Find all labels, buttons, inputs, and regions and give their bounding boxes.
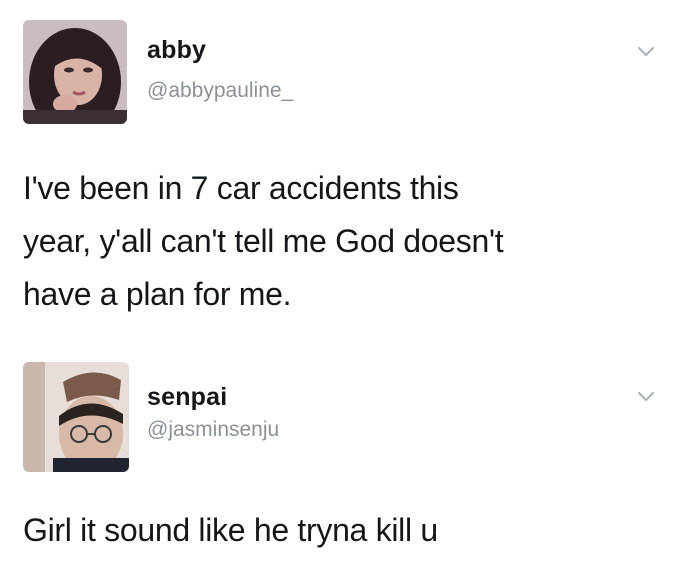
tweet-text: I've been in 7 car accidents this year, … <box>23 162 660 321</box>
tweet-text-line: I've been in 7 car accidents this <box>23 170 459 206</box>
display-name[interactable]: abby <box>147 36 206 65</box>
avatar-senpai[interactable] <box>23 362 129 472</box>
chevron-down-icon[interactable] <box>636 390 656 404</box>
user-handle[interactable]: @abbypauline_ <box>147 79 293 103</box>
display-name[interactable]: senpai <box>147 383 227 412</box>
avatar-abby[interactable] <box>23 20 127 124</box>
avatar-abby-image <box>23 20 127 124</box>
tweet-text: Girl it sound like he tryna kill u <box>23 504 660 557</box>
user-handle[interactable]: @jasminsenju <box>147 418 279 442</box>
tweet-abby[interactable]: abby @abbypauline_ I've been in 7 car ac… <box>0 0 680 352</box>
tweet-text-line: year, y'all can't tell me God doesn't <box>23 223 504 259</box>
tweet-text-line: Girl it sound like he tryna kill u <box>23 512 438 548</box>
avatar-senpai-image <box>23 362 129 472</box>
tweet-senpai[interactable]: senpai @jasminsenju Girl it sound like h… <box>0 352 680 578</box>
chevron-down-icon[interactable] <box>636 45 656 59</box>
tweet-text-line: have a plan for me. <box>23 276 292 312</box>
